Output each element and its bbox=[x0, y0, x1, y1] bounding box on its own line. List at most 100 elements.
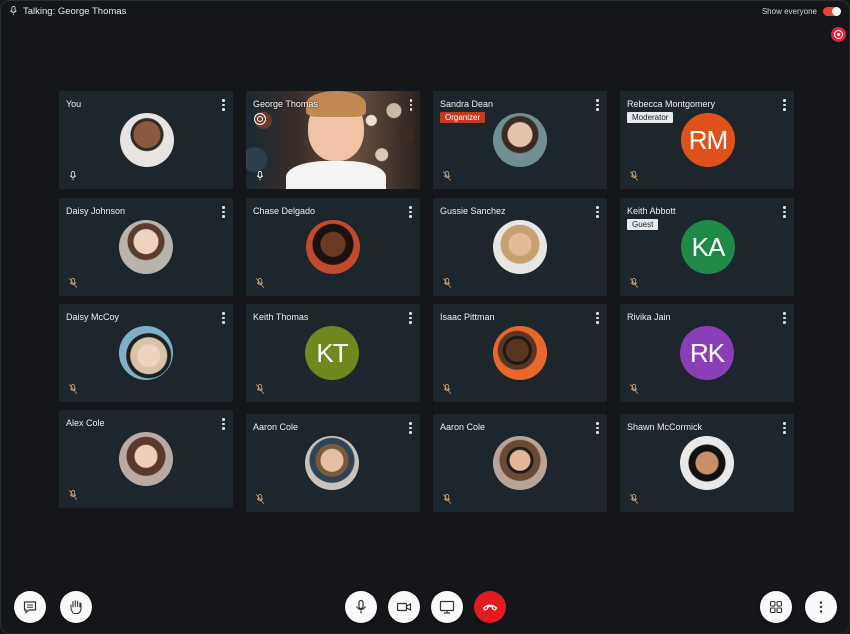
participant-tile-video[interactable]: George Thomas bbox=[246, 91, 420, 189]
raise-hand-button[interactable] bbox=[60, 591, 92, 623]
show-everyone-control[interactable]: Show everyone bbox=[762, 6, 841, 16]
avatar bbox=[493, 113, 547, 167]
camera-button[interactable] bbox=[388, 591, 420, 623]
chat-button[interactable] bbox=[14, 591, 46, 623]
microphone-muted-icon[interactable] bbox=[255, 494, 265, 504]
recording-indicator[interactable] bbox=[831, 27, 846, 42]
microphone-muted-icon[interactable] bbox=[442, 171, 452, 181]
more-vertical-icon[interactable] bbox=[409, 206, 412, 218]
microphone-muted-icon[interactable] bbox=[629, 384, 639, 394]
camera-icon bbox=[396, 602, 412, 612]
avatar-initials: RK bbox=[680, 326, 734, 380]
chat-icon bbox=[23, 601, 37, 614]
participant-tile[interactable]: Keith Thomas KT bbox=[246, 304, 420, 402]
more-options-icon bbox=[819, 601, 823, 613]
avatar bbox=[119, 326, 173, 380]
guest-badge: Guest bbox=[627, 219, 659, 230]
participant-name: Keith Abbott bbox=[627, 206, 676, 216]
more-vertical-icon[interactable] bbox=[596, 99, 599, 111]
talking-label: Talking: George Thomas bbox=[23, 5, 127, 17]
raise-hand-icon bbox=[70, 600, 82, 615]
participant-name: Daisy McCoy bbox=[66, 312, 120, 322]
top-bar: Talking: George Thomas Show everyone bbox=[1, 1, 849, 21]
show-everyone-toggle[interactable] bbox=[823, 6, 841, 16]
microphone-muted-icon[interactable] bbox=[68, 384, 78, 394]
more-options-button[interactable] bbox=[805, 591, 837, 623]
avatar-initials: KT bbox=[305, 326, 359, 380]
microphone-muted-icon[interactable] bbox=[68, 278, 78, 288]
end-call-icon bbox=[482, 604, 498, 611]
participant-tile[interactable]: Chase Delgado bbox=[246, 198, 420, 296]
screen-share-icon bbox=[439, 600, 455, 614]
avatar bbox=[680, 436, 734, 490]
microphone-icon bbox=[10, 6, 17, 16]
participant-name: Alex Cole bbox=[66, 418, 105, 428]
participant-tile[interactable]: Keith Abbott Guest KA bbox=[620, 198, 794, 296]
participant-tile[interactable]: Isaac Pittman bbox=[433, 304, 607, 402]
more-vertical-icon[interactable] bbox=[783, 422, 786, 434]
more-vertical-icon[interactable] bbox=[596, 206, 599, 218]
avatar bbox=[120, 113, 174, 167]
avatar bbox=[493, 220, 547, 274]
microphone-muted-icon[interactable] bbox=[629, 494, 639, 504]
more-vertical-icon[interactable] bbox=[596, 422, 599, 434]
participant-name: Aaron Cole bbox=[440, 422, 486, 432]
more-vertical-icon[interactable] bbox=[409, 422, 412, 434]
more-vertical-icon[interactable] bbox=[783, 206, 786, 218]
avatar-initials: RM bbox=[681, 113, 735, 167]
more-vertical-icon[interactable] bbox=[783, 312, 786, 324]
avatar bbox=[305, 436, 359, 490]
more-vertical-icon[interactable] bbox=[222, 206, 225, 218]
participant-tile[interactable]: Gussie Sanchez bbox=[433, 198, 607, 296]
participant-name: Chase Delgado bbox=[253, 206, 316, 216]
participant-name: Sandra Dean bbox=[440, 99, 494, 109]
participant-name: Rivika Jain bbox=[627, 312, 671, 322]
more-vertical-icon[interactable] bbox=[222, 99, 225, 111]
avatar bbox=[493, 326, 547, 380]
microphone-muted-icon[interactable] bbox=[255, 278, 265, 288]
meeting-window: Talking: George Thomas Show everyone You… bbox=[0, 0, 850, 634]
microphone-icon[interactable] bbox=[68, 171, 78, 181]
more-vertical-icon[interactable] bbox=[222, 418, 225, 430]
participant-tile[interactable]: You bbox=[59, 91, 233, 189]
participant-name: You bbox=[66, 99, 82, 109]
participant-tile[interactable]: Sandra Dean Organizer bbox=[433, 91, 607, 189]
more-vertical-icon[interactable] bbox=[783, 99, 786, 111]
microphone-muted-icon[interactable] bbox=[68, 490, 78, 500]
moderator-badge: Moderator bbox=[627, 112, 674, 123]
more-vertical-icon[interactable] bbox=[222, 312, 225, 324]
avatar bbox=[306, 220, 360, 274]
microphone-muted-icon[interactable] bbox=[442, 278, 452, 288]
participant-tile[interactable]: Daisy Johnson bbox=[59, 198, 233, 296]
microphone-muted-icon[interactable] bbox=[442, 384, 452, 394]
avatar bbox=[119, 220, 173, 274]
grid-layout-button[interactable] bbox=[760, 591, 792, 623]
participant-tile[interactable]: Aaron Cole bbox=[433, 414, 607, 512]
microphone-icon[interactable] bbox=[255, 171, 265, 181]
more-vertical-icon[interactable] bbox=[409, 312, 412, 324]
more-vertical-icon[interactable] bbox=[409, 99, 412, 113]
microphone-muted-icon[interactable] bbox=[442, 494, 452, 504]
talking-indicator: Talking: George Thomas bbox=[9, 6, 126, 17]
avatar bbox=[493, 436, 547, 490]
screen-share-button[interactable] bbox=[431, 591, 463, 623]
participant-tile[interactable]: Aaron Cole bbox=[246, 414, 420, 512]
participant-name: George Thomas bbox=[253, 99, 318, 109]
participant-name: Rebecca Montgomery bbox=[627, 99, 716, 109]
microphone-muted-icon[interactable] bbox=[629, 278, 639, 288]
participant-tile[interactable]: Daisy McCoy bbox=[59, 304, 233, 402]
participant-name: Aaron Cole bbox=[253, 422, 299, 432]
participant-name: Daisy Johnson bbox=[66, 206, 126, 216]
participant-tile[interactable]: Shawn McCormick bbox=[620, 414, 794, 512]
end-call-button[interactable] bbox=[474, 591, 506, 623]
microphone-muted-icon[interactable] bbox=[255, 384, 265, 394]
participant-tile[interactable]: Rebecca Montgomery Moderator RM bbox=[620, 91, 794, 189]
avatar-initials: KA bbox=[681, 220, 735, 274]
microphone-muted-icon[interactable] bbox=[629, 171, 639, 181]
participant-name: Keith Thomas bbox=[253, 312, 309, 322]
microphone-button[interactable] bbox=[345, 591, 377, 623]
speaking-icon bbox=[254, 113, 266, 125]
participant-tile[interactable]: Alex Cole bbox=[59, 410, 233, 508]
participant-tile[interactable]: Rivika Jain RK bbox=[620, 304, 794, 402]
more-vertical-icon[interactable] bbox=[596, 312, 599, 324]
